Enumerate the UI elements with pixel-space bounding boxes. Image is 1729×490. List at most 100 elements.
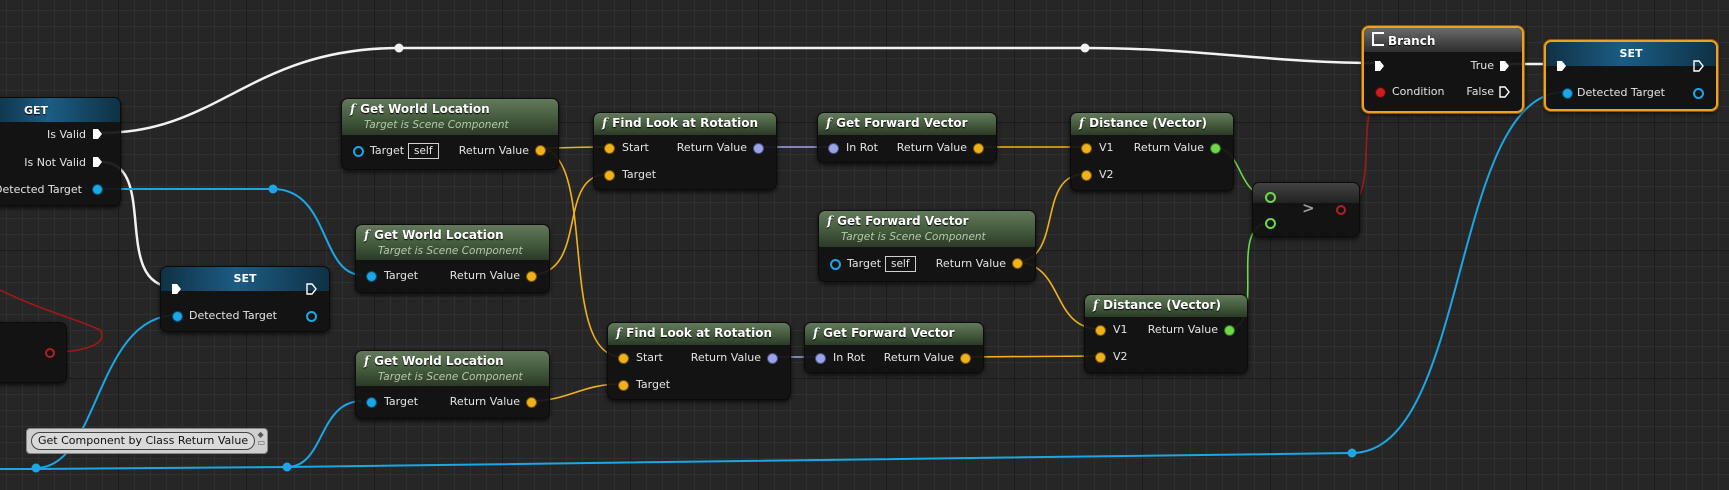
object-out-pin[interactable] [306,311,317,322]
get-variable-node[interactable]: GET Is Valid Is Not Valid Detected Targe… [0,97,121,206]
node-title: SET [233,272,257,285]
exec-in-pin[interactable] [1556,60,1567,72]
bool-out-pin[interactable] [45,348,55,358]
self-default-value[interactable]: self [408,143,439,159]
distance-vector-node-2[interactable]: f Distance (Vector) V1 Return Value V2 [1084,294,1248,373]
exec-out-pin-false[interactable] [1499,86,1510,98]
node-title: f Get World Location [350,102,490,116]
node-subtitle: Target is Scene Component [378,371,523,383]
comment-bubble[interactable]: Get Component by Class Return Value ◆ ▭ [26,428,268,454]
exec-out-pin-true[interactable] [1499,60,1510,72]
find-look-at-rotation-node-2[interactable]: f Find Look at Rotation Start Return Valu… [607,322,791,400]
greater-than-node[interactable]: > [1252,182,1360,237]
pin-label-return-value: Return Value [935,257,1006,270]
object-out-pin[interactable] [93,185,102,194]
pin-label-in-rot: In Rot [833,351,865,364]
exec-out-pin-is-valid[interactable] [92,128,103,140]
pin-label-start: Start [622,141,649,154]
vector-in-pin[interactable] [1082,171,1091,180]
float-in-pin-a[interactable] [1265,192,1276,203]
node-title: f Get World Location [364,354,504,368]
pin-label-false: False [1466,85,1494,98]
object-in-pin[interactable] [367,398,376,407]
exec-in-pin[interactable] [171,283,182,295]
bool-in-pin[interactable] [1376,88,1385,97]
node-title: f Find Look at Rotation [602,116,759,130]
exec-out-pin[interactable] [1693,60,1704,72]
object-out-pin[interactable] [1693,88,1704,99]
vector-out-pin[interactable] [961,354,970,363]
reroute-knot [1347,448,1357,458]
pin-label-target: Target [847,257,882,270]
branch-node[interactable]: Branch True Condition False [1362,26,1524,113]
set-variable-node[interactable]: SET Detected Target [160,266,330,332]
pin-label-start: Start [636,351,663,364]
rotator-out-pin[interactable] [754,144,763,153]
pin-label-return-value: Return Value [676,141,747,154]
self-default-value[interactable]: self [885,256,916,272]
float-out-pin[interactable] [1225,326,1234,335]
greater-than-symbol: > [1302,199,1315,217]
pin-label-detected-target: Detected Target [189,309,277,322]
vector-out-pin[interactable] [527,272,536,281]
object-in-pin[interactable] [353,146,364,157]
exec-in-pin[interactable] [1374,60,1385,72]
pin-label-return-value: Return Value [449,395,520,408]
bool-out-pin[interactable] [1336,205,1346,215]
pin-label-true: True [1470,59,1494,72]
get-world-location-node-3[interactable]: f Get World Location Target is Scene Comp… [355,350,550,419]
comment-text[interactable]: Get Component by Class Return Value [31,432,256,450]
comment-pin-icon[interactable]: ◆ ▭ [257,431,265,447]
set-variable-node-right[interactable]: SET Detected Target [1544,40,1718,111]
vector-in-pin[interactable] [605,171,614,180]
float-out-pin[interactable] [1211,144,1220,153]
node-title: f Find Look at Rotation [616,326,773,340]
reroute-knot [268,184,278,194]
node-title: f Distance (Vector) [1093,298,1221,312]
rotator-in-pin[interactable] [829,144,838,153]
vector-out-pin[interactable] [536,146,545,155]
get-forward-vector-node-1[interactable]: f Get Forward Vector In Rot Return Value [817,112,997,163]
float-in-pin-b[interactable] [1265,218,1276,229]
node-title: f Distance (Vector) [1079,116,1207,130]
node-title: f Get Forward Vector [827,214,969,228]
get-world-location-node-2[interactable]: f Get World Location Target is Scene Comp… [355,224,550,293]
vector-out-pin[interactable] [527,398,536,407]
vector-in-pin[interactable] [619,354,628,363]
reroute-knot [394,43,404,53]
object-in-pin[interactable] [173,312,182,321]
vector-out-pin[interactable] [974,144,983,153]
vector-out-pin[interactable] [1013,259,1022,268]
node-title: f Get Forward Vector [826,116,968,130]
vector-in-pin[interactable] [1082,144,1091,153]
node-title: f Get World Location [364,228,504,242]
pin-label-v1: V1 [1113,323,1128,336]
vector-in-pin[interactable] [619,381,628,390]
object-in-pin[interactable] [830,259,841,270]
object-in-pin[interactable] [367,272,376,281]
node-subtitle: Target is Scene Component [364,119,509,131]
pin-label-return-value: Return Value [458,144,529,157]
vector-in-pin[interactable] [1096,326,1105,335]
pin-label-return-value: Return Value [1147,323,1218,336]
node-title: f Get Forward Vector [813,326,955,340]
pin-label-in-rot: In Rot [846,141,878,154]
rotator-out-pin[interactable] [768,354,777,363]
vector-in-pin[interactable] [605,144,614,153]
pin-label-v1: V1 [1099,141,1114,154]
partial-node-offscreen[interactable] [0,322,67,383]
vector-in-pin[interactable] [1096,353,1105,362]
pin-label-return-value: Return Value [883,351,954,364]
object-in-pin[interactable] [1563,89,1572,98]
pin-label-target: Target [384,269,419,282]
get-world-location-node-1[interactable]: f Get World Location Target is Scene Comp… [341,98,559,170]
get-forward-vector-node-3[interactable]: f Get Forward Vector In Rot Return Value [804,322,984,373]
get-forward-vector-node-2[interactable]: f Get Forward Vector Target is Scene Comp… [818,210,1036,282]
find-look-at-rotation-node-1[interactable]: f Find Look at Rotation Start Return Valu… [593,112,777,190]
pin-label-detected-target: Detected Target [0,183,82,196]
rotator-in-pin[interactable] [816,354,825,363]
object-wire-detected-gwl2 [101,188,363,276]
distance-vector-node-1[interactable]: f Distance (Vector) V1 Return Value V2 [1070,112,1234,191]
exec-out-pin[interactable] [306,283,317,295]
exec-out-pin-is-not-valid[interactable] [92,156,103,168]
